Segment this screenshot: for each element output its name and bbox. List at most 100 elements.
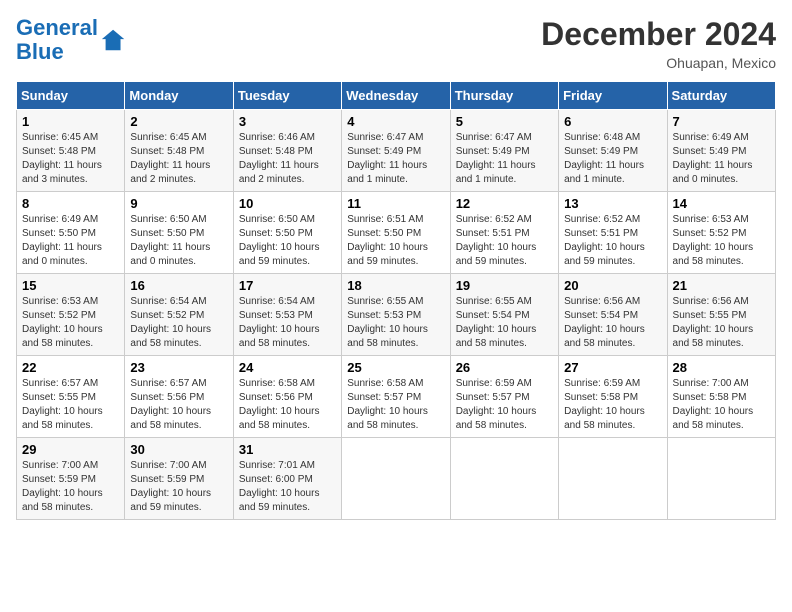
calendar-cell: 25 Sunrise: 6:58 AM Sunset: 5:57 PM Dayl… <box>342 356 450 438</box>
day-number: 15 <box>22 278 119 293</box>
calendar-cell: 17 Sunrise: 6:54 AM Sunset: 5:53 PM Dayl… <box>233 274 341 356</box>
calendar-cell: 28 Sunrise: 7:00 AM Sunset: 5:58 PM Dayl… <box>667 356 775 438</box>
day-info: Sunrise: 6:50 AM Sunset: 5:50 PM Dayligh… <box>239 213 336 269</box>
day-info: Sunrise: 6:47 AM Sunset: 5:49 PM Dayligh… <box>347 131 444 187</box>
calendar-cell: 6 Sunrise: 6:48 AM Sunset: 5:49 PM Dayli… <box>559 110 667 192</box>
calendar-row: 1 Sunrise: 6:45 AM Sunset: 5:48 PM Dayli… <box>17 110 776 192</box>
day-info: Sunrise: 6:45 AM Sunset: 5:48 PM Dayligh… <box>130 131 227 187</box>
calendar-cell: 1 Sunrise: 6:45 AM Sunset: 5:48 PM Dayli… <box>17 110 125 192</box>
calendar-cell <box>342 438 450 520</box>
day-info: Sunrise: 6:45 AM Sunset: 5:48 PM Dayligh… <box>22 131 119 187</box>
calendar-cell: 7 Sunrise: 6:49 AM Sunset: 5:49 PM Dayli… <box>667 110 775 192</box>
day-number: 23 <box>130 360 227 375</box>
header-thursday: Thursday <box>450 82 558 110</box>
header-saturday: Saturday <box>667 82 775 110</box>
location: Ohuapan, Mexico <box>541 55 776 71</box>
day-info: Sunrise: 6:57 AM Sunset: 5:55 PM Dayligh… <box>22 377 119 433</box>
calendar-cell: 8 Sunrise: 6:49 AM Sunset: 5:50 PM Dayli… <box>17 192 125 274</box>
calendar-cell <box>559 438 667 520</box>
calendar-table: Sunday Monday Tuesday Wednesday Thursday… <box>16 81 776 520</box>
title-area: December 2024 Ohuapan, Mexico <box>541 16 776 71</box>
day-number: 21 <box>673 278 770 293</box>
day-number: 8 <box>22 196 119 211</box>
day-number: 18 <box>347 278 444 293</box>
calendar-cell: 12 Sunrise: 6:52 AM Sunset: 5:51 PM Dayl… <box>450 192 558 274</box>
day-number: 10 <box>239 196 336 211</box>
day-info: Sunrise: 6:51 AM Sunset: 5:50 PM Dayligh… <box>347 213 444 269</box>
calendar-cell: 16 Sunrise: 6:54 AM Sunset: 5:52 PM Dayl… <box>125 274 233 356</box>
calendar-cell: 23 Sunrise: 6:57 AM Sunset: 5:56 PM Dayl… <box>125 356 233 438</box>
day-info: Sunrise: 6:58 AM Sunset: 5:57 PM Dayligh… <box>347 377 444 433</box>
day-info: Sunrise: 6:53 AM Sunset: 5:52 PM Dayligh… <box>673 213 770 269</box>
calendar-cell: 9 Sunrise: 6:50 AM Sunset: 5:50 PM Dayli… <box>125 192 233 274</box>
day-number: 12 <box>456 196 553 211</box>
calendar-cell: 20 Sunrise: 6:56 AM Sunset: 5:54 PM Dayl… <box>559 274 667 356</box>
calendar-cell: 13 Sunrise: 6:52 AM Sunset: 5:51 PM Dayl… <box>559 192 667 274</box>
day-number: 22 <box>22 360 119 375</box>
logo: General Blue <box>16 16 128 64</box>
calendar-cell: 2 Sunrise: 6:45 AM Sunset: 5:48 PM Dayli… <box>125 110 233 192</box>
day-number: 1 <box>22 114 119 129</box>
calendar-row: 29 Sunrise: 7:00 AM Sunset: 5:59 PM Dayl… <box>17 438 776 520</box>
day-number: 31 <box>239 442 336 457</box>
calendar-cell: 26 Sunrise: 6:59 AM Sunset: 5:57 PM Dayl… <box>450 356 558 438</box>
day-info: Sunrise: 7:01 AM Sunset: 6:00 PM Dayligh… <box>239 459 336 515</box>
calendar-body: 1 Sunrise: 6:45 AM Sunset: 5:48 PM Dayli… <box>17 110 776 520</box>
day-info: Sunrise: 6:59 AM Sunset: 5:58 PM Dayligh… <box>564 377 661 433</box>
day-number: 9 <box>130 196 227 211</box>
day-number: 24 <box>239 360 336 375</box>
page-header: General Blue December 2024 Ohuapan, Mexi… <box>16 16 776 71</box>
day-info: Sunrise: 7:00 AM Sunset: 5:59 PM Dayligh… <box>22 459 119 515</box>
day-number: 30 <box>130 442 227 457</box>
calendar-cell: 21 Sunrise: 6:56 AM Sunset: 5:55 PM Dayl… <box>667 274 775 356</box>
day-info: Sunrise: 6:50 AM Sunset: 5:50 PM Dayligh… <box>130 213 227 269</box>
calendar-cell: 30 Sunrise: 7:00 AM Sunset: 5:59 PM Dayl… <box>125 438 233 520</box>
day-number: 7 <box>673 114 770 129</box>
calendar-row: 15 Sunrise: 6:53 AM Sunset: 5:52 PM Dayl… <box>17 274 776 356</box>
calendar-cell: 10 Sunrise: 6:50 AM Sunset: 5:50 PM Dayl… <box>233 192 341 274</box>
day-info: Sunrise: 6:52 AM Sunset: 5:51 PM Dayligh… <box>456 213 553 269</box>
day-info: Sunrise: 6:48 AM Sunset: 5:49 PM Dayligh… <box>564 131 661 187</box>
header-tuesday: Tuesday <box>233 82 341 110</box>
day-info: Sunrise: 7:00 AM Sunset: 5:59 PM Dayligh… <box>130 459 227 515</box>
day-number: 3 <box>239 114 336 129</box>
day-number: 13 <box>564 196 661 211</box>
day-info: Sunrise: 6:57 AM Sunset: 5:56 PM Dayligh… <box>130 377 227 433</box>
day-number: 20 <box>564 278 661 293</box>
day-info: Sunrise: 7:00 AM Sunset: 5:58 PM Dayligh… <box>673 377 770 433</box>
day-info: Sunrise: 6:55 AM Sunset: 5:53 PM Dayligh… <box>347 295 444 351</box>
day-info: Sunrise: 6:47 AM Sunset: 5:49 PM Dayligh… <box>456 131 553 187</box>
header-friday: Friday <box>559 82 667 110</box>
day-number: 26 <box>456 360 553 375</box>
header-sunday: Sunday <box>17 82 125 110</box>
day-info: Sunrise: 6:46 AM Sunset: 5:48 PM Dayligh… <box>239 131 336 187</box>
day-number: 6 <box>564 114 661 129</box>
day-info: Sunrise: 6:55 AM Sunset: 5:54 PM Dayligh… <box>456 295 553 351</box>
calendar-cell: 15 Sunrise: 6:53 AM Sunset: 5:52 PM Dayl… <box>17 274 125 356</box>
calendar-cell: 29 Sunrise: 7:00 AM Sunset: 5:59 PM Dayl… <box>17 438 125 520</box>
day-info: Sunrise: 6:58 AM Sunset: 5:56 PM Dayligh… <box>239 377 336 433</box>
day-info: Sunrise: 6:54 AM Sunset: 5:53 PM Dayligh… <box>239 295 336 351</box>
day-info: Sunrise: 6:49 AM Sunset: 5:49 PM Dayligh… <box>673 131 770 187</box>
logo-text: General Blue <box>16 16 98 64</box>
calendar-cell: 22 Sunrise: 6:57 AM Sunset: 5:55 PM Dayl… <box>17 356 125 438</box>
calendar-cell <box>450 438 558 520</box>
calendar-cell: 5 Sunrise: 6:47 AM Sunset: 5:49 PM Dayli… <box>450 110 558 192</box>
day-info: Sunrise: 6:53 AM Sunset: 5:52 PM Dayligh… <box>22 295 119 351</box>
day-number: 2 <box>130 114 227 129</box>
month-title: December 2024 <box>541 16 776 53</box>
day-number: 28 <box>673 360 770 375</box>
logo-icon <box>100 26 128 54</box>
day-info: Sunrise: 6:49 AM Sunset: 5:50 PM Dayligh… <box>22 213 119 269</box>
day-number: 29 <box>22 442 119 457</box>
day-info: Sunrise: 6:56 AM Sunset: 5:54 PM Dayligh… <box>564 295 661 351</box>
day-number: 27 <box>564 360 661 375</box>
calendar-cell: 3 Sunrise: 6:46 AM Sunset: 5:48 PM Dayli… <box>233 110 341 192</box>
day-info: Sunrise: 6:59 AM Sunset: 5:57 PM Dayligh… <box>456 377 553 433</box>
weekday-header-row: Sunday Monday Tuesday Wednesday Thursday… <box>17 82 776 110</box>
day-number: 25 <box>347 360 444 375</box>
day-info: Sunrise: 6:54 AM Sunset: 5:52 PM Dayligh… <box>130 295 227 351</box>
calendar-cell: 14 Sunrise: 6:53 AM Sunset: 5:52 PM Dayl… <box>667 192 775 274</box>
day-number: 19 <box>456 278 553 293</box>
day-number: 17 <box>239 278 336 293</box>
